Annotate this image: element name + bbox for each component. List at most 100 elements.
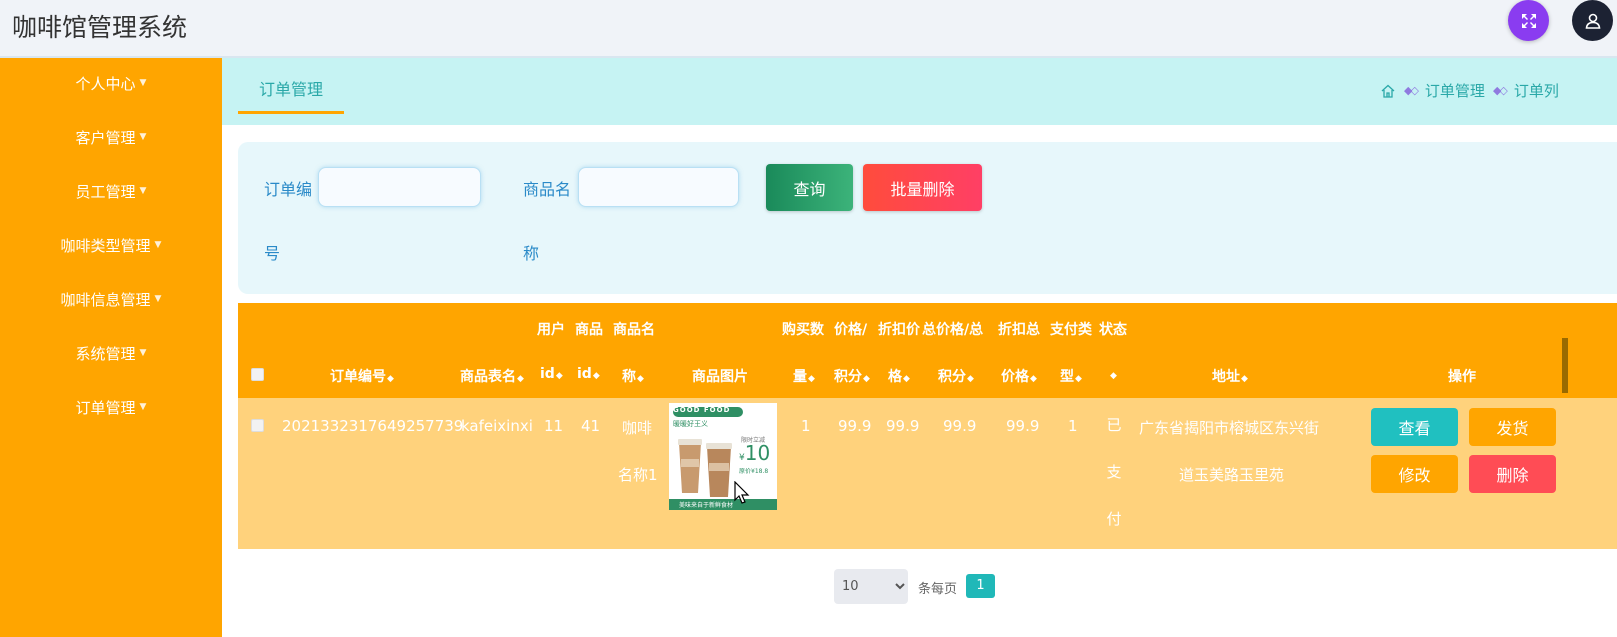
header-discount-total[interactable]: 价格◆ xyxy=(1001,366,1037,386)
header-total-line1: 总价格/总 xyxy=(922,322,984,338)
view-button[interactable]: 查看 xyxy=(1371,408,1458,446)
caret-down-icon: ▼ xyxy=(139,78,147,88)
delete-button[interactable]: 删除 xyxy=(1469,455,1556,493)
header-table-name[interactable]: 商品表名◆ xyxy=(460,366,524,386)
header-total[interactable]: 积分◆ xyxy=(938,366,974,386)
order-number-label: 订单编 xyxy=(264,180,313,199)
sidebar-item-customer-management[interactable]: 客户管理 ▼ xyxy=(0,122,222,152)
sort-icon: ◆ xyxy=(592,371,600,381)
query-button[interactable]: 查询 xyxy=(766,164,853,211)
product-name-label-wrap: 称 xyxy=(523,244,540,263)
image-price: ¥10 xyxy=(739,441,771,465)
sort-icon: ◆ xyxy=(1110,371,1117,381)
sort-icon: ◆ xyxy=(637,374,644,384)
batch-delete-button[interactable]: 批量删除 xyxy=(863,164,982,211)
header-price-line1: 价格/ xyxy=(834,322,868,338)
product-image[interactable]: GOOD FOOD 暖暖好王义 限时立减 ¥10 原价¥18.8 美味来自于新鲜… xyxy=(669,403,777,510)
caret-down-icon: ▼ xyxy=(154,294,162,304)
header-discount-price[interactable]: 格◆ xyxy=(888,366,910,386)
tab-order-management[interactable]: 订单管理 xyxy=(238,76,344,114)
header-product-id-line1: 商品 xyxy=(575,322,603,338)
sort-icon: ◆ xyxy=(1075,374,1082,384)
header-price[interactable]: 积分◆ xyxy=(834,366,870,386)
user-menu-button[interactable] xyxy=(1572,0,1613,41)
header-actions: 操作 xyxy=(1448,369,1476,385)
sort-icon: ◆ xyxy=(903,374,910,384)
image-caption-2: 原价¥18.8 xyxy=(739,468,769,475)
header-qty[interactable]: 量◆ xyxy=(793,366,815,386)
cell-status-char: 已 xyxy=(1106,416,1122,434)
product-name-input[interactable] xyxy=(578,167,739,207)
order-number-input[interactable] xyxy=(318,167,481,207)
cell-status-char: 支 xyxy=(1106,463,1122,481)
header-pay-type[interactable]: 型◆ xyxy=(1060,366,1082,386)
cursor-arrow-icon xyxy=(734,481,750,504)
image-footer: 美味来自于新鲜食材 xyxy=(679,502,734,509)
cell-product-name-line2: 名称1 xyxy=(618,466,658,484)
breadcrumb: ◆◇ 订单管理 ◆◇ 订单列 xyxy=(1380,80,1559,101)
top-header: 咖啡馆管理系统 xyxy=(0,0,1617,58)
sidebar-item-order-management[interactable]: 订单管理 ▼ xyxy=(0,392,222,422)
cell-qty: 1 xyxy=(801,417,811,435)
user-icon xyxy=(1585,13,1600,29)
sidebar-item-label: 咖啡类型管理 xyxy=(60,236,151,255)
orders-table: 用户 商品 商品名 购买数 价格/ 折扣价 总价格/总 折扣总 支付类 状态 订… xyxy=(238,303,1617,549)
cell-pay-type: 1 xyxy=(1068,417,1078,435)
cell-product-id: 41 xyxy=(581,417,601,435)
sidebar-item-label: 个人中心 xyxy=(75,74,136,93)
header-user-id-line1: 用户 xyxy=(537,322,565,338)
sidebar-item-label: 咖啡信息管理 xyxy=(60,290,151,309)
coffee-cups-illustration xyxy=(678,439,732,497)
sidebar-item-system-management[interactable]: 系统管理 ▼ xyxy=(0,338,222,368)
header-address[interactable]: 地址◆ xyxy=(1212,366,1248,386)
header-user-id[interactable]: id◆ xyxy=(540,366,563,382)
sort-icon: ◆ xyxy=(1241,374,1248,384)
caret-down-icon: ▼ xyxy=(139,348,147,358)
page-number-1[interactable]: 1 xyxy=(966,574,995,598)
breadcrumb-item: 订单列 xyxy=(1513,82,1559,100)
order-number-label-wrap: 号 xyxy=(264,244,281,263)
edit-button[interactable]: 修改 xyxy=(1371,455,1458,493)
row-checkbox[interactable] xyxy=(251,419,264,432)
cell-discount-price: 99.9 xyxy=(886,417,920,435)
sidebar-item-label: 订单管理 xyxy=(75,398,136,417)
header-product-name[interactable]: 称◆ xyxy=(622,366,644,386)
cell-address-line1: 广东省揭阳市榕城区东兴街 xyxy=(1139,419,1320,437)
cell-status-char: 付 xyxy=(1106,510,1122,528)
header-order-number[interactable]: 订单编号◆ xyxy=(330,366,394,386)
cell-product-name-line1: 咖啡 xyxy=(622,419,653,437)
breadcrumb-separator-icon: ◆◇ xyxy=(1492,84,1508,97)
sort-icon: ◆ xyxy=(967,374,974,384)
cell-discount-total: 99.9 xyxy=(1006,417,1040,435)
cell-order-number: 2021332317649257739 xyxy=(282,417,464,435)
sort-icon: ◆ xyxy=(863,374,870,384)
product-name-label: 商品名 xyxy=(523,180,572,199)
select-all-checkbox[interactable] xyxy=(251,368,264,381)
breadcrumb-item[interactable]: 订单管理 xyxy=(1425,80,1485,101)
sort-icon: ◆ xyxy=(517,374,524,384)
sidebar-item-coffee-info-management[interactable]: 咖啡信息管理 ▼ xyxy=(0,284,222,314)
sort-icon: ◆ xyxy=(387,374,394,384)
header-status-sort[interactable]: ◆ xyxy=(1109,366,1117,382)
horizontal-scrollbar-thumb[interactable] xyxy=(1562,338,1568,393)
sidebar-item-personal-center[interactable]: 个人中心 ▼ xyxy=(0,68,222,98)
caret-down-icon: ▼ xyxy=(139,132,147,142)
sidebar-item-staff-management[interactable]: 员工管理 ▼ xyxy=(0,176,222,206)
sort-icon: ◆ xyxy=(1030,374,1037,384)
page-size-select[interactable]: 10 xyxy=(834,569,908,604)
fullscreen-button[interactable] xyxy=(1508,0,1549,41)
sidebar-item-coffee-type-management[interactable]: 咖啡类型管理 ▼ xyxy=(0,230,222,260)
sidebar-item-label: 员工管理 xyxy=(75,182,136,201)
image-text-top: GOOD FOOD xyxy=(673,406,731,414)
caret-down-icon: ▼ xyxy=(139,402,147,412)
header-product-image: 商品图片 xyxy=(692,369,748,385)
cell-table-name: kafeixinxi xyxy=(461,417,533,435)
ship-button[interactable]: 发货 xyxy=(1469,408,1556,446)
caret-down-icon: ▼ xyxy=(139,186,147,196)
home-icon[interactable] xyxy=(1380,83,1396,99)
search-panel: 订单编 号 商品名 称 查询 批量删除 xyxy=(238,142,1617,294)
header-product-id[interactable]: id◆ xyxy=(577,366,600,382)
expand-icon xyxy=(1521,13,1536,28)
header-discount-price-line1: 折扣价 xyxy=(878,322,920,338)
table-header: 用户 商品 商品名 购买数 价格/ 折扣价 总价格/总 折扣总 支付类 状态 订… xyxy=(238,303,1617,398)
